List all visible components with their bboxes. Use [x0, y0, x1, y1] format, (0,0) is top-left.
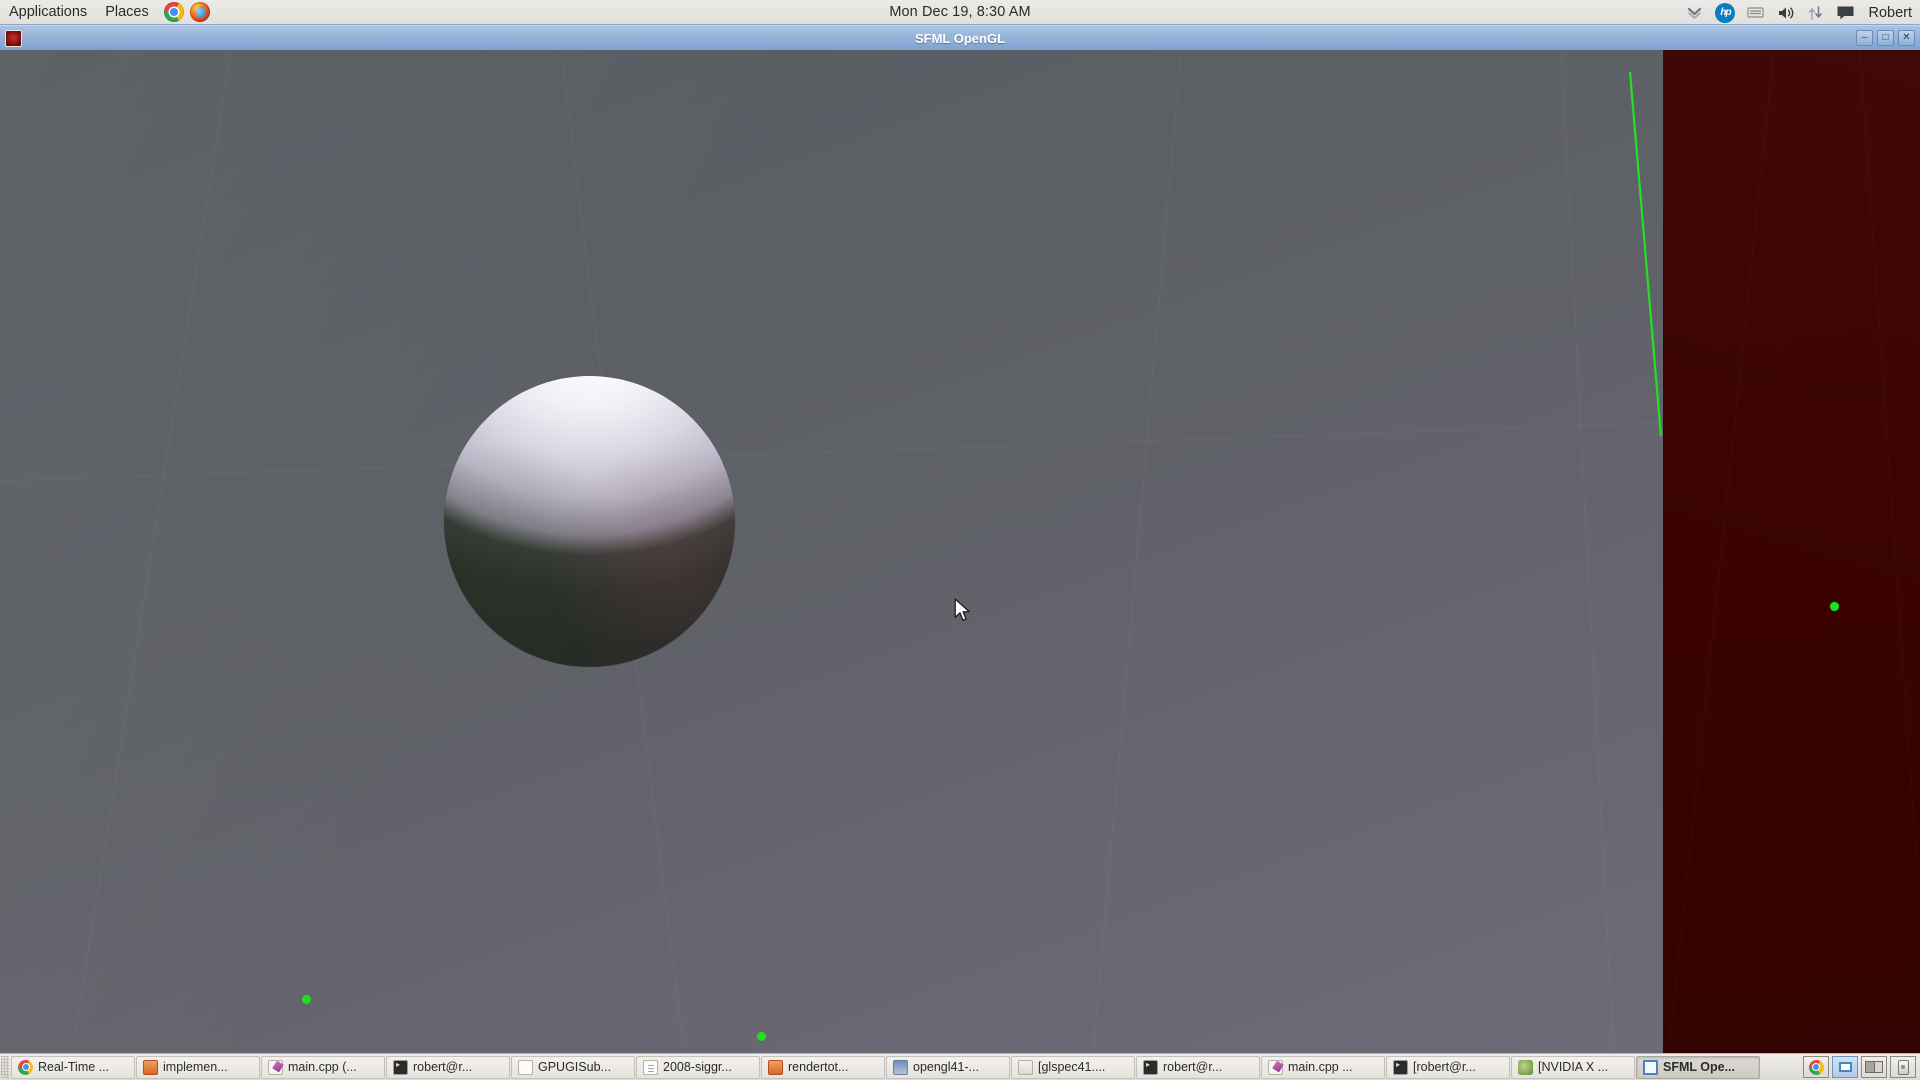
task-sfml-opengl[interactable]: SFML Ope...: [1636, 1055, 1760, 1079]
window-controls: – □ ✕: [1856, 30, 1915, 46]
window-icon: [1643, 1059, 1658, 1075]
taskbar: Real-Time ... implemen... main.cpp (... rob…: [0, 1053, 1920, 1080]
point-light-dot: [302, 995, 311, 1004]
window-title: SFML OpenGL: [914, 30, 1006, 46]
task-label: 2008-siggr...: [663, 1060, 732, 1074]
sfml-opengl-window: SFML OpenGL – □ ✕: [0, 25, 1920, 1053]
chrome-icon[interactable]: [163, 2, 184, 22]
grey-room-wall: [0, 50, 1663, 1053]
window-titlebar[interactable]: SFML OpenGL – □ ✕: [0, 25, 1920, 50]
text-editor-icon: [1268, 1059, 1283, 1075]
terminal-icon: [1143, 1059, 1158, 1075]
task-label: [glspec41....: [1038, 1060, 1106, 1074]
panel-clock[interactable]: Mon Dec 19, 8:30 AM: [0, 4, 1920, 20]
top-panel: Applications Places Mon Dec 19, 8:30 AM …: [0, 0, 1920, 25]
show-desktop-icon: [1838, 1062, 1852, 1072]
task-label: robert@r...: [1163, 1060, 1223, 1074]
folder-icon: [143, 1059, 158, 1075]
speaker-icon[interactable]: [1776, 3, 1795, 22]
red-room-wall: [1663, 50, 1920, 1053]
firefox-icon[interactable]: [189, 2, 210, 22]
task-terminal-3[interactable]: [robert@r...: [1386, 1055, 1510, 1079]
chrome-icon: [1808, 1059, 1824, 1075]
chevron-down-icon[interactable]: [1685, 3, 1704, 22]
image-icon: [893, 1059, 908, 1075]
user-name-label[interactable]: Robert: [1868, 5, 1912, 21]
desktop-screen: Applications Places Mon Dec 19, 8:30 AM …: [0, 0, 1920, 1080]
chrome-icon: [18, 1059, 33, 1075]
task-gpugisub[interactable]: GPUGISub...: [511, 1055, 635, 1079]
task-label: robert@r...: [413, 1060, 473, 1074]
task-label: implemen...: [163, 1060, 228, 1074]
task-label: SFML Ope...: [1663, 1060, 1735, 1074]
folder-icon: [768, 1059, 783, 1075]
places-menu[interactable]: Places: [96, 1, 158, 24]
nvidia-icon: [1518, 1059, 1533, 1075]
task-terminal-2[interactable]: robert@r...: [1136, 1055, 1260, 1079]
terminal-icon: [1393, 1059, 1408, 1075]
terminal-icon: [393, 1059, 408, 1075]
taskbar-workspace-switcher[interactable]: [1861, 1056, 1887, 1078]
taskbar-tray-chrome[interactable]: [1803, 1056, 1829, 1078]
chat-bubble-icon[interactable]: [1836, 3, 1855, 22]
task-glspec41[interactable]: [glspec41....: [1011, 1055, 1135, 1079]
task-rendertot[interactable]: rendertot...: [761, 1055, 885, 1079]
task-label: [robert@r...: [1413, 1060, 1476, 1074]
task-label: GPUGISub...: [538, 1060, 611, 1074]
sfml-app-icon: [5, 29, 22, 47]
opengl-viewport[interactable]: [0, 50, 1920, 1053]
task-label: main.cpp (...: [288, 1060, 357, 1074]
task-main-cpp-1[interactable]: main.cpp (...: [261, 1055, 385, 1079]
task-label: Real-Time ...: [38, 1060, 110, 1074]
task-label: rendertot...: [788, 1060, 849, 1074]
taskbar-drag-handle[interactable]: [1, 1056, 9, 1078]
close-button[interactable]: ✕: [1898, 30, 1915, 46]
trash-icon: [1897, 1059, 1909, 1075]
task-implemen[interactable]: implemen...: [136, 1055, 260, 1079]
keyboard-icon[interactable]: [1746, 3, 1765, 22]
minimize-button[interactable]: –: [1856, 30, 1873, 46]
panel-tray: hp Robert: [1685, 0, 1912, 25]
task-label: [NVIDIA X ...: [1538, 1060, 1609, 1074]
task-main-cpp-2[interactable]: main.cpp ...: [1261, 1055, 1385, 1079]
task-nvidia-x[interactable]: [NVIDIA X ...: [1511, 1055, 1635, 1079]
task-2008-siggraph[interactable]: 2008-siggr...: [636, 1055, 760, 1079]
applications-menu[interactable]: Applications: [0, 1, 96, 24]
taskbar-tray: [1803, 1056, 1920, 1078]
panel-launchers: [163, 2, 210, 22]
point-light-dot: [757, 1032, 766, 1041]
point-light-dot: [1830, 602, 1839, 611]
maximize-button[interactable]: □: [1877, 30, 1894, 46]
document-icon: [518, 1059, 533, 1075]
text-editor-icon: [268, 1059, 283, 1075]
taskbar-trash[interactable]: [1890, 1056, 1916, 1078]
task-label: main.cpp ...: [1288, 1060, 1353, 1074]
pdf-icon: [643, 1059, 658, 1075]
taskbar-window-list: Real-Time ... implemen... main.cpp (... rob…: [11, 1055, 1803, 1079]
network-arrows-icon[interactable]: [1806, 3, 1825, 22]
hp-logo-icon[interactable]: hp: [1715, 2, 1736, 23]
workspace-switcher-icon: [1865, 1061, 1883, 1073]
generic-window-icon: [1018, 1059, 1033, 1075]
taskbar-show-desktop[interactable]: [1832, 1056, 1858, 1078]
task-opengl41[interactable]: opengl41-...: [886, 1055, 1010, 1079]
task-real-time[interactable]: Real-Time ...: [11, 1055, 135, 1079]
task-terminal-1[interactable]: robert@r...: [386, 1055, 510, 1079]
task-label: opengl41-...: [913, 1060, 980, 1074]
rendered-sphere: [444, 376, 735, 667]
